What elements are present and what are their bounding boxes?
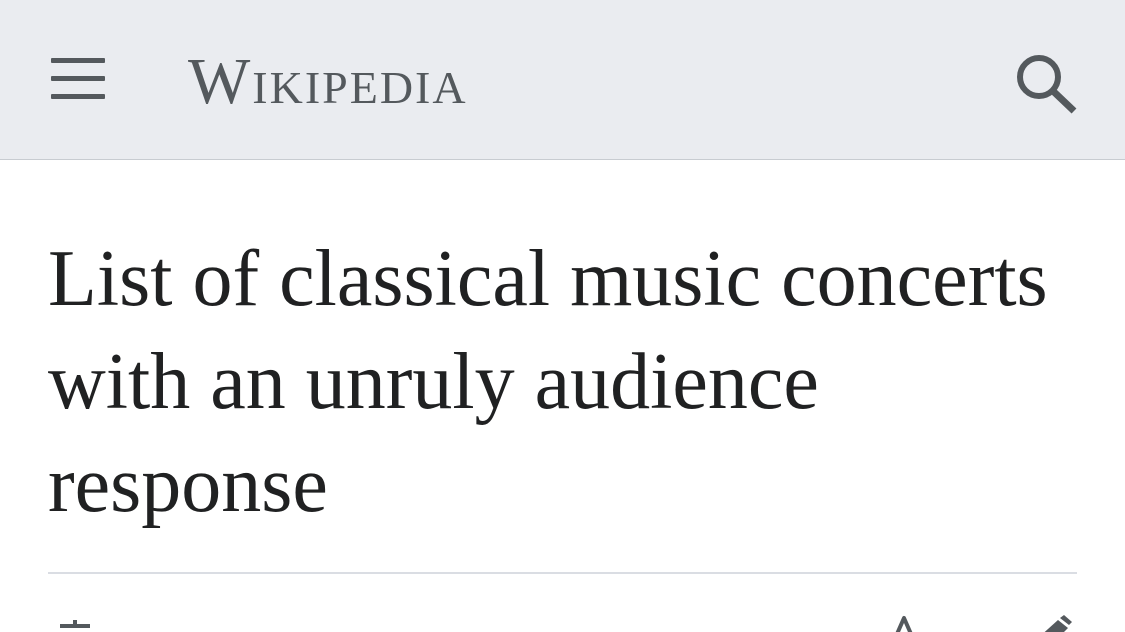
language-icon bbox=[60, 620, 90, 628]
pencil-icon bbox=[1044, 615, 1072, 632]
watch-star-button[interactable] bbox=[880, 612, 928, 632]
edit-button[interactable] bbox=[1024, 612, 1074, 632]
page-title: List of classical music concerts with an… bbox=[48, 235, 1048, 529]
hamburger-menu-icon-bar bbox=[51, 94, 105, 99]
title-divider bbox=[48, 572, 1077, 574]
star-icon bbox=[895, 616, 913, 632]
hamburger-menu-icon-bar bbox=[51, 76, 105, 81]
hamburger-menu-icon bbox=[51, 58, 105, 63]
magnifying-glass-icon bbox=[1017, 55, 1077, 114]
language-button[interactable] bbox=[56, 612, 100, 632]
main-menu-button[interactable] bbox=[46, 54, 110, 106]
search-button[interactable] bbox=[1010, 48, 1082, 118]
top-header-bar: Wikipedia bbox=[0, 0, 1125, 160]
wikipedia-wordmark-logo[interactable]: Wikipedia bbox=[188, 42, 468, 122]
